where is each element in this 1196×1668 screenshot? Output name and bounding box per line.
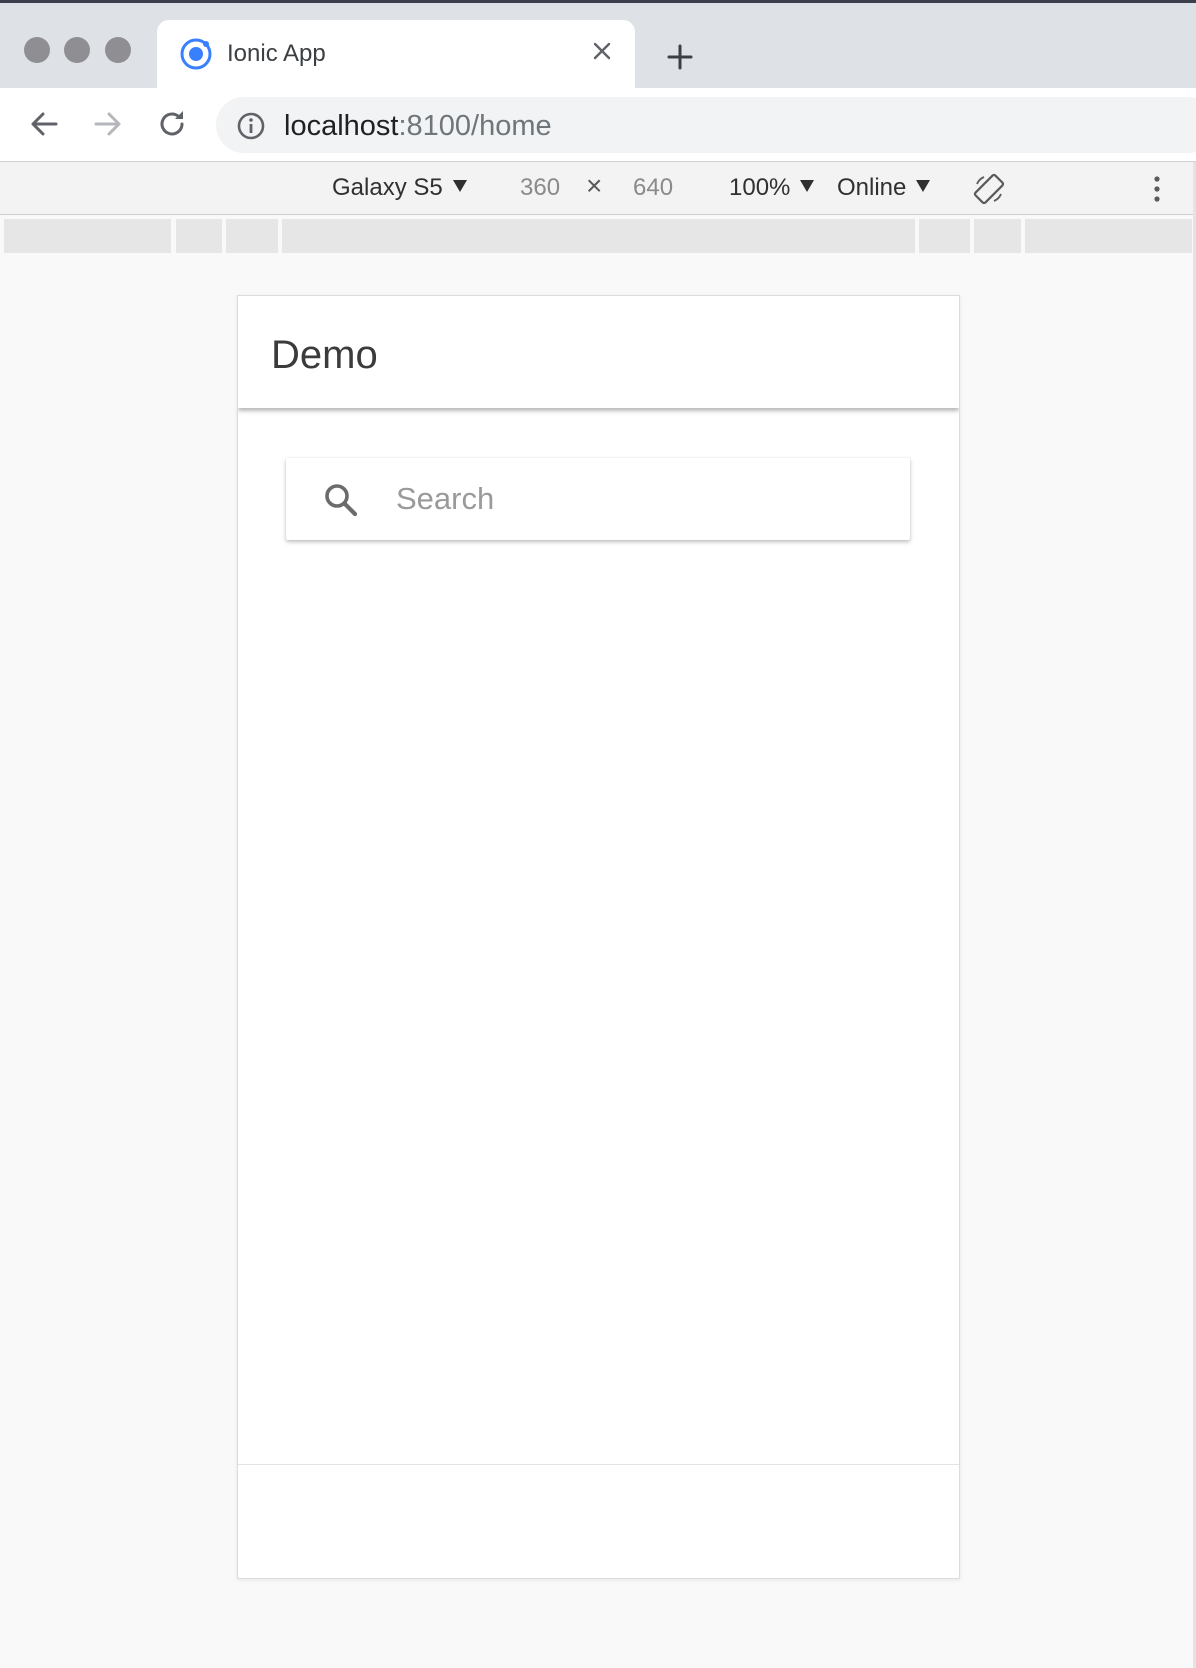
url-host: localhost <box>284 110 399 142</box>
new-tab-button[interactable] <box>661 38 699 76</box>
close-icon <box>593 42 611 60</box>
search-input[interactable] <box>396 476 886 522</box>
more-options-icon[interactable] <box>1147 172 1167 206</box>
media-query-segment[interactable] <box>4 219 171 253</box>
device-select[interactable]: Galaxy S5 <box>332 172 467 204</box>
close-tab-button[interactable] <box>587 36 617 66</box>
browser-tab[interactable]: Ionic App <box>157 20 635 89</box>
device-height-input[interactable]: 640 <box>633 172 673 204</box>
tab-title: Ionic App <box>227 40 326 67</box>
address-bar[interactable]: localhost:8100/home <box>216 97 1196 153</box>
rotate-device-icon[interactable] <box>972 172 1006 206</box>
media-query-bar <box>4 219 1192 253</box>
media-query-segment[interactable] <box>1025 219 1192 253</box>
media-query-segment[interactable] <box>974 219 1021 253</box>
tab-strip: Ionic App <box>0 3 1196 89</box>
media-query-segment[interactable] <box>919 219 970 253</box>
dimension-separator: × <box>586 170 603 201</box>
caret-down-icon <box>916 180 931 192</box>
minimize-window-button[interactable] <box>64 37 90 63</box>
reload-icon <box>160 111 184 136</box>
arrow-right-icon <box>94 112 121 136</box>
searchbar[interactable] <box>286 458 910 540</box>
media-query-segment[interactable] <box>176 219 222 253</box>
app-footer <box>238 1464 959 1578</box>
network-throttle-select[interactable]: Online <box>837 172 931 204</box>
caret-down-icon <box>452 180 467 192</box>
reload-button[interactable] <box>152 104 192 144</box>
media-query-segment[interactable] <box>282 219 915 253</box>
info-icon[interactable] <box>236 111 266 141</box>
page-title: Demo <box>271 333 378 377</box>
forward-button[interactable] <box>88 104 128 144</box>
caret-down-icon <box>800 180 815 192</box>
device-toolbar: Galaxy S5 360 × 640 100% Online <box>0 162 1196 215</box>
maximize-window-button[interactable] <box>105 37 131 63</box>
device-viewport: Demo <box>237 295 960 1579</box>
zoom-select[interactable]: 100% <box>729 172 815 204</box>
network-select-label: Online <box>837 174 907 201</box>
close-window-button[interactable] <box>24 37 50 63</box>
plus-icon <box>667 44 693 70</box>
url-text: localhost:8100/home <box>284 109 552 143</box>
zoom-select-label: 100% <box>729 174 791 201</box>
back-button[interactable] <box>24 104 64 144</box>
ionic-logo-icon <box>180 38 212 70</box>
device-select-label: Galaxy S5 <box>332 174 443 201</box>
url-path: :8100/home <box>398 110 552 142</box>
search-icon <box>325 484 358 517</box>
media-query-segment[interactable] <box>226 219 278 253</box>
browser-toolbar: localhost:8100/home <box>0 88 1196 162</box>
app-header: Demo <box>238 296 959 408</box>
arrow-left-icon <box>31 112 58 136</box>
device-width-input[interactable]: 360 <box>520 172 560 204</box>
